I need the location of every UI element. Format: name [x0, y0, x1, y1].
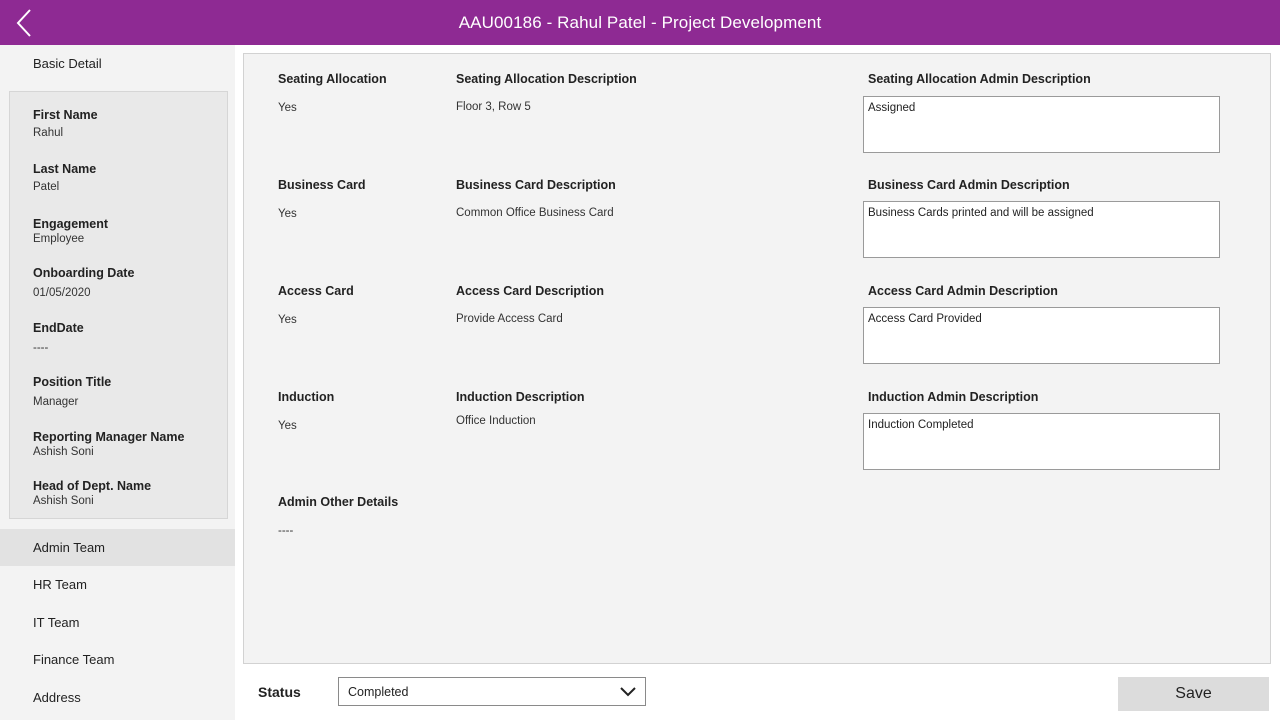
seating-allocation-value: Yes: [278, 102, 297, 114]
field-value: Ashish Soni: [33, 446, 94, 458]
sidebar-item-label: HR Team: [33, 577, 87, 592]
access-card-admin-description-input[interactable]: Access Card Provided: [863, 307, 1220, 364]
field-first-name: First Name Rahul: [33, 108, 98, 139]
sidebar-item-admin-team[interactable]: Admin Team: [0, 529, 235, 566]
field-reporting-manager: Reporting Manager Name Ashish Soni: [33, 430, 184, 458]
field-label: First Name: [33, 108, 98, 122]
admin-other-details-value: ----: [278, 525, 294, 537]
field-value: Patel: [33, 181, 60, 193]
sidebar: Basic Detail First Name Rahul Last Name …: [0, 45, 235, 720]
seating-allocation-label: Seating Allocation: [278, 72, 387, 86]
seating-admin-description-input[interactable]: Assigned: [863, 96, 1220, 153]
business-card-label: Business Card: [278, 178, 366, 192]
field-end-date: EndDate ----: [33, 321, 84, 354]
field-value: Ashish Soni: [33, 495, 94, 507]
sidebar-item-label: IT Team: [33, 615, 80, 630]
business-card-admin-description-label: Business Card Admin Description: [868, 178, 1070, 192]
access-card-description-label: Access Card Description: [456, 284, 604, 298]
sidebar-item-label: Finance Team: [33, 652, 115, 667]
sidebar-item-basic-detail[interactable]: Basic Detail: [0, 45, 235, 82]
status-selected-value: Completed: [348, 685, 409, 699]
chevron-down-icon: [619, 685, 637, 699]
access-card-label: Access Card: [278, 284, 354, 298]
sidebar-item-label: Address: [33, 690, 81, 705]
sidebar-item-hr-team[interactable]: HR Team: [0, 566, 235, 603]
field-value: Manager: [33, 396, 79, 408]
access-card-admin-description-label: Access Card Admin Description: [868, 284, 1058, 298]
status-dropdown[interactable]: Completed: [338, 677, 646, 706]
field-label: EndDate: [33, 321, 84, 335]
field-label: Head of Dept. Name: [33, 479, 152, 493]
induction-admin-description-input[interactable]: Induction Completed: [863, 413, 1220, 470]
sidebar-item-finance-team[interactable]: Finance Team: [0, 641, 235, 678]
back-chevron-icon[interactable]: [10, 6, 40, 40]
seating-description-value: Floor 3, Row 5: [456, 101, 531, 113]
field-value: 01/05/2020: [33, 287, 91, 299]
status-label: Status: [258, 684, 301, 700]
field-last-name: Last Name Patel: [33, 162, 96, 193]
business-card-description-label: Business Card Description: [456, 178, 616, 192]
field-label: Position Title: [33, 375, 112, 389]
induction-admin-description-label: Induction Admin Description: [868, 390, 1039, 404]
induction-description-label: Induction Description: [456, 390, 585, 404]
seating-description-label: Seating Allocation Description: [456, 72, 637, 86]
sidebar-item-address[interactable]: Address: [0, 679, 235, 716]
field-onboarding-date: Onboarding Date 01/05/2020: [33, 266, 134, 299]
induction-description-value: Office Induction: [456, 415, 536, 427]
save-button[interactable]: Save: [1118, 677, 1269, 711]
seating-admin-description-label: Seating Allocation Admin Description: [868, 72, 1091, 86]
field-label: Last Name: [33, 162, 97, 176]
page-title: AAU00186 - Rahul Patel - Project Develop…: [458, 12, 822, 32]
admin-other-details-label: Admin Other Details: [278, 495, 399, 509]
business-card-description-value: Common Office Business Card: [456, 207, 614, 219]
access-card-description-value: Provide Access Card: [456, 313, 563, 325]
field-position-title: Position Title Manager: [33, 375, 111, 408]
field-label: Onboarding Date: [33, 266, 135, 280]
business-card-value: Yes: [278, 208, 297, 220]
field-label: Engagement: [33, 217, 109, 231]
business-card-admin-description-input[interactable]: Business Cards printed and will be assig…: [863, 201, 1220, 258]
sidebar-item-it-team[interactable]: IT Team: [0, 604, 235, 641]
sidebar-item-label: Basic Detail: [33, 56, 102, 71]
sidebar-item-label: Admin Team: [33, 540, 106, 555]
admin-team-panel: Seating Allocation Yes Seating Allocatio…: [243, 53, 1271, 664]
field-head-of-dept: Head of Dept. Name Ashish Soni: [33, 479, 151, 507]
field-value: Employee: [33, 233, 85, 245]
field-engagement: Engagement Employee: [33, 217, 108, 245]
access-card-value: Yes: [278, 314, 297, 326]
field-label: Reporting Manager Name: [33, 430, 185, 444]
field-value: Rahul: [33, 127, 64, 139]
induction-label: Induction: [278, 390, 335, 404]
induction-value: Yes: [278, 420, 297, 432]
app-header: AAU00186 - Rahul Patel - Project Develop…: [0, 0, 1280, 45]
field-value: ----: [33, 342, 49, 354]
